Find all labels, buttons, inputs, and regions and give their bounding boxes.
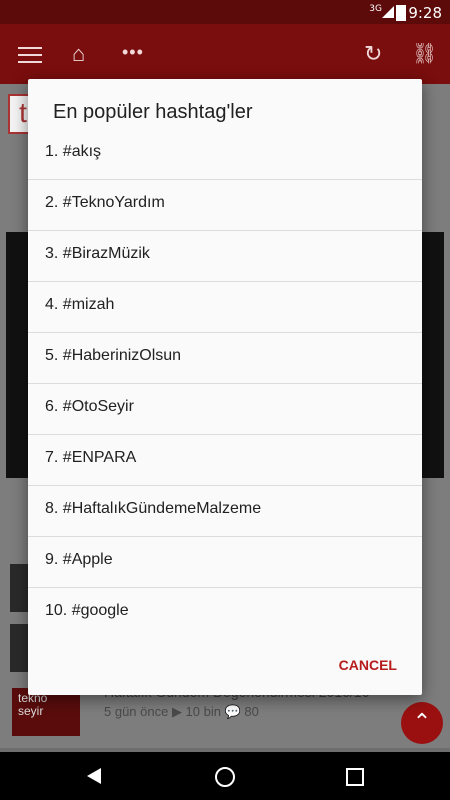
hashtag-list: 1. #akış 2. #TeknoYardım 3. #BirazMüzik … (28, 129, 422, 639)
back-icon (87, 768, 101, 784)
recents-icon (346, 768, 364, 786)
app-bar: ⌂ ••• ↻ ⛓ (0, 24, 450, 84)
home-icon[interactable]: ⌂ (72, 42, 96, 66)
hashtag-item[interactable]: 4. #mizah (28, 282, 422, 333)
hashtag-label: 4. #mizah (45, 296, 115, 313)
scroll-top-button[interactable]: ⌃ (401, 702, 443, 744)
chevron-up-icon: ⌃ (412, 709, 432, 734)
hashtag-item[interactable]: 9. #Apple (28, 537, 422, 588)
hashtag-label: 5. #HaberinizOlsun (45, 347, 182, 364)
home-circle-icon (215, 767, 235, 787)
hashtag-item[interactable]: 5. #HaberinizOlsun (28, 333, 422, 384)
hashtag-item[interactable]: 2. #TeknoYardım (28, 180, 422, 231)
cancel-button[interactable]: CANCEL (339, 657, 397, 673)
network-label: 3G (369, 4, 382, 14)
hashtag-dialog: En popüler hashtag'ler 1. #akış 2. #Tekn… (28, 79, 422, 695)
hashtag-item[interactable]: 1. #akış (28, 129, 422, 180)
recents-button[interactable] (343, 764, 367, 788)
dialog-title: En popüler hashtag'ler (53, 101, 253, 123)
hashtag-label: 9. #Apple (45, 551, 113, 568)
hashtag-item[interactable]: 3. #BirazMüzik (28, 231, 422, 282)
back-button[interactable] (82, 764, 106, 788)
clock: 9:28 (408, 4, 442, 22)
refresh-icon[interactable]: ↻ (364, 42, 388, 66)
menu-icon[interactable] (18, 42, 42, 66)
hashtag-item[interactable]: 8. #HaftalıkGündemeMalzeme (28, 486, 422, 537)
link-icon[interactable]: ⛓ (412, 42, 437, 66)
video-meta: 5 gün önce ▶ 10 bin 💬 80 (104, 704, 259, 719)
more-icon[interactable]: ••• (122, 42, 146, 66)
home-button[interactable] (213, 764, 237, 788)
hashtag-label: 3. #BirazMüzik (45, 245, 150, 262)
status-bar: 3G 9:28 (0, 0, 450, 24)
hashtag-label: 10. #google (45, 602, 129, 619)
battery-icon (396, 5, 406, 21)
hashtag-label: 1. #akış (45, 143, 102, 160)
signal-icon (382, 6, 394, 18)
hashtag-label: 7. #ENPARA (45, 449, 137, 466)
hashtag-item[interactable]: 6. #OtoSeyir (28, 384, 422, 435)
hashtag-item[interactable]: 7. #ENPARA (28, 435, 422, 486)
hashtag-label: 8. #HaftalıkGündemeMalzeme (45, 500, 262, 517)
tekno-seyir-thumb: tekno seyir (12, 688, 80, 736)
hashtag-item[interactable]: 10. #google (28, 588, 422, 639)
hashtag-label: 2. #TeknoYardım (45, 194, 165, 211)
hashtag-label: 6. #OtoSeyir (45, 398, 134, 415)
system-nav-bar (0, 752, 450, 800)
